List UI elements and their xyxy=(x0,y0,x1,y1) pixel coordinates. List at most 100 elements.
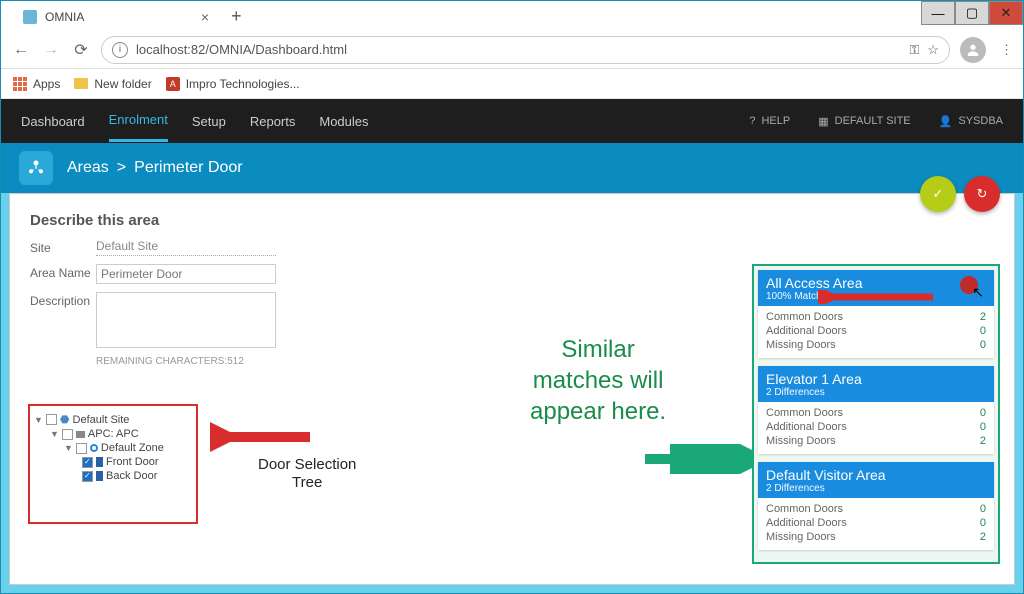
match-row: Additional Doors0 xyxy=(766,324,986,338)
breadcrumb-root[interactable]: Areas xyxy=(67,159,109,177)
door-selection-tree: ▼ ⬣ Default Site ▼ APC: APC ▼ Default Zo… xyxy=(28,404,198,524)
match-row-label: Additional Doors xyxy=(766,517,847,529)
section-title: Describe this area xyxy=(30,212,994,229)
window-minimize-button[interactable]: — xyxy=(921,1,955,25)
nav-modules[interactable]: Modules xyxy=(319,102,368,141)
window-maximize-button[interactable]: ▢ xyxy=(955,1,989,25)
annotation-matches-label: Similar matches will appear here. xyxy=(530,334,666,428)
content-panel: ✓ ↻ Describe this area Site Default Site… xyxy=(9,193,1015,585)
match-row: Missing Doors 2 xyxy=(766,434,986,448)
match-subtitle: 2 Differences xyxy=(766,387,986,398)
match-row-value: 0 xyxy=(980,407,986,419)
forward-icon[interactable]: → xyxy=(41,41,61,59)
site-label: Site xyxy=(30,239,96,255)
page-header: Areas > Perimeter Door xyxy=(1,143,1023,193)
match-row-value: 2 xyxy=(980,311,986,323)
help-icon: ? xyxy=(749,115,755,127)
tab-title: OMNIA xyxy=(45,10,193,24)
app-navbar: Dashboard Enrolment Setup Reports Module… xyxy=(1,99,1023,143)
tree-checkbox[interactable] xyxy=(82,457,93,468)
nav-setup[interactable]: Setup xyxy=(192,102,226,141)
folder-icon xyxy=(74,78,88,89)
tab-favicon xyxy=(23,10,37,24)
match-card-header: Default Visitor Area2 Differences xyxy=(758,462,994,498)
browser-toolbar: ← → ⟳ i localhost:82/OMNIA/Dashboard.htm… xyxy=(1,31,1023,69)
match-row: Additional Doors0 xyxy=(766,420,986,434)
tab-close-icon[interactable]: × xyxy=(201,9,209,25)
site-icon: ▦ xyxy=(818,115,828,128)
window-close-button[interactable]: ✕ xyxy=(989,1,1023,25)
new-tab-button[interactable]: + xyxy=(231,6,242,27)
breadcrumb-separator: > xyxy=(117,159,126,177)
annotation-red-arrow-small xyxy=(818,290,938,304)
tree-site-row[interactable]: ▼ ⬣ Default Site xyxy=(34,412,192,427)
similar-matches-panel: All Access Area100% Match↖Common Doors2A… xyxy=(752,264,1000,564)
browser-titlebar: OMNIA × + — ▢ ✕ xyxy=(1,1,1023,31)
nav-dashboard[interactable]: Dashboard xyxy=(21,102,85,141)
match-card-header: Elevator 1 Area2 Differences xyxy=(758,366,994,402)
match-row-value: 2 xyxy=(980,531,986,543)
match-subtitle: 2 Differences xyxy=(766,483,986,494)
save-button[interactable]: ✓ xyxy=(920,176,956,212)
match-row-label: Missing Doors xyxy=(766,435,836,447)
match-card[interactable]: All Access Area100% Match↖Common Doors2A… xyxy=(758,270,994,358)
apc-icon xyxy=(76,431,85,438)
match-row-label: Additional Doors xyxy=(766,325,847,337)
match-title: All Access Area xyxy=(766,275,986,291)
match-title: Default Visitor Area xyxy=(766,467,986,483)
nav-reports[interactable]: Reports xyxy=(250,102,296,141)
match-card-header: All Access Area100% Match↖ xyxy=(758,270,994,306)
menu-icon[interactable]: ⋮ xyxy=(1000,42,1013,58)
door-icon xyxy=(96,471,103,481)
tree-checkbox[interactable] xyxy=(46,414,57,425)
site-value[interactable]: Default Site xyxy=(96,239,276,256)
door-icon xyxy=(96,457,103,467)
annotation-green-arrow xyxy=(640,444,760,474)
tree-checkbox[interactable] xyxy=(62,429,73,440)
description-input[interactable] xyxy=(96,292,276,348)
reload-icon[interactable]: ⟳ xyxy=(71,40,91,60)
help-link[interactable]: ?HELP xyxy=(749,115,790,127)
match-row-label: Common Doors xyxy=(766,407,843,419)
tree-door-row[interactable]: Back Door xyxy=(34,469,192,483)
tree-apc-row[interactable]: ▼ APC: APC xyxy=(34,427,192,441)
match-card[interactable]: Elevator 1 Area2 DifferencesCommon Doors… xyxy=(758,366,994,454)
back-icon[interactable]: ← xyxy=(11,41,31,59)
browser-tab[interactable]: OMNIA × xyxy=(11,3,221,31)
match-row: Common Doors 2 xyxy=(766,310,986,324)
apps-bookmark[interactable]: Apps xyxy=(13,77,60,91)
account-icon[interactable] xyxy=(960,37,986,63)
match-row: Missing Doors0 xyxy=(766,338,986,352)
match-row-value: 2 xyxy=(980,435,986,447)
site-info-icon[interactable]: i xyxy=(112,42,128,58)
user-menu[interactable]: 👤SYSDBA xyxy=(939,115,1003,128)
areas-icon xyxy=(19,151,53,185)
match-card-body: Common Doors 2Additional Doors0Missing Do… xyxy=(758,306,994,358)
match-row-label: Common Doors xyxy=(766,311,843,323)
match-card[interactable]: Default Visitor Area2 Differences Common … xyxy=(758,462,994,550)
description-label: Description xyxy=(30,292,96,308)
tree-zone-row[interactable]: ▼ Default Zone xyxy=(34,441,192,455)
match-row-label: Common Doors xyxy=(766,503,843,515)
revert-button[interactable]: ↻ xyxy=(964,176,1000,212)
impro-bookmark[interactable]: A Impro Technologies... xyxy=(166,77,300,91)
match-row: Missing Doors2 xyxy=(766,530,986,544)
match-row-value: 0 xyxy=(980,517,986,529)
tree-checkbox[interactable] xyxy=(76,443,87,454)
tree-checkbox[interactable] xyxy=(82,471,93,482)
tree-twisty-icon[interactable]: ▼ xyxy=(34,415,43,425)
key-icon[interactable]: ⚿ xyxy=(909,42,919,58)
address-bar[interactable]: i localhost:82/OMNIA/Dashboard.html ⚿ ☆ xyxy=(101,36,950,64)
tree-twisty-icon[interactable]: ▼ xyxy=(50,429,59,439)
tree-twisty-icon[interactable]: ▼ xyxy=(64,443,73,453)
tree-door-row[interactable]: Front Door xyxy=(34,455,192,469)
match-card-body: Common Doors 0Additional Doors0Missing Do… xyxy=(758,402,994,454)
annotation-red-arrow xyxy=(210,422,320,452)
star-icon[interactable]: ☆ xyxy=(927,42,939,58)
areaname-input[interactable] xyxy=(96,264,276,284)
nav-enrolment[interactable]: Enrolment xyxy=(109,100,168,142)
match-title: Elevator 1 Area xyxy=(766,371,986,387)
newfolder-bookmark[interactable]: New folder xyxy=(74,77,151,91)
impro-icon: A xyxy=(166,77,180,91)
site-selector[interactable]: ▦DEFAULT SITE xyxy=(818,115,910,128)
